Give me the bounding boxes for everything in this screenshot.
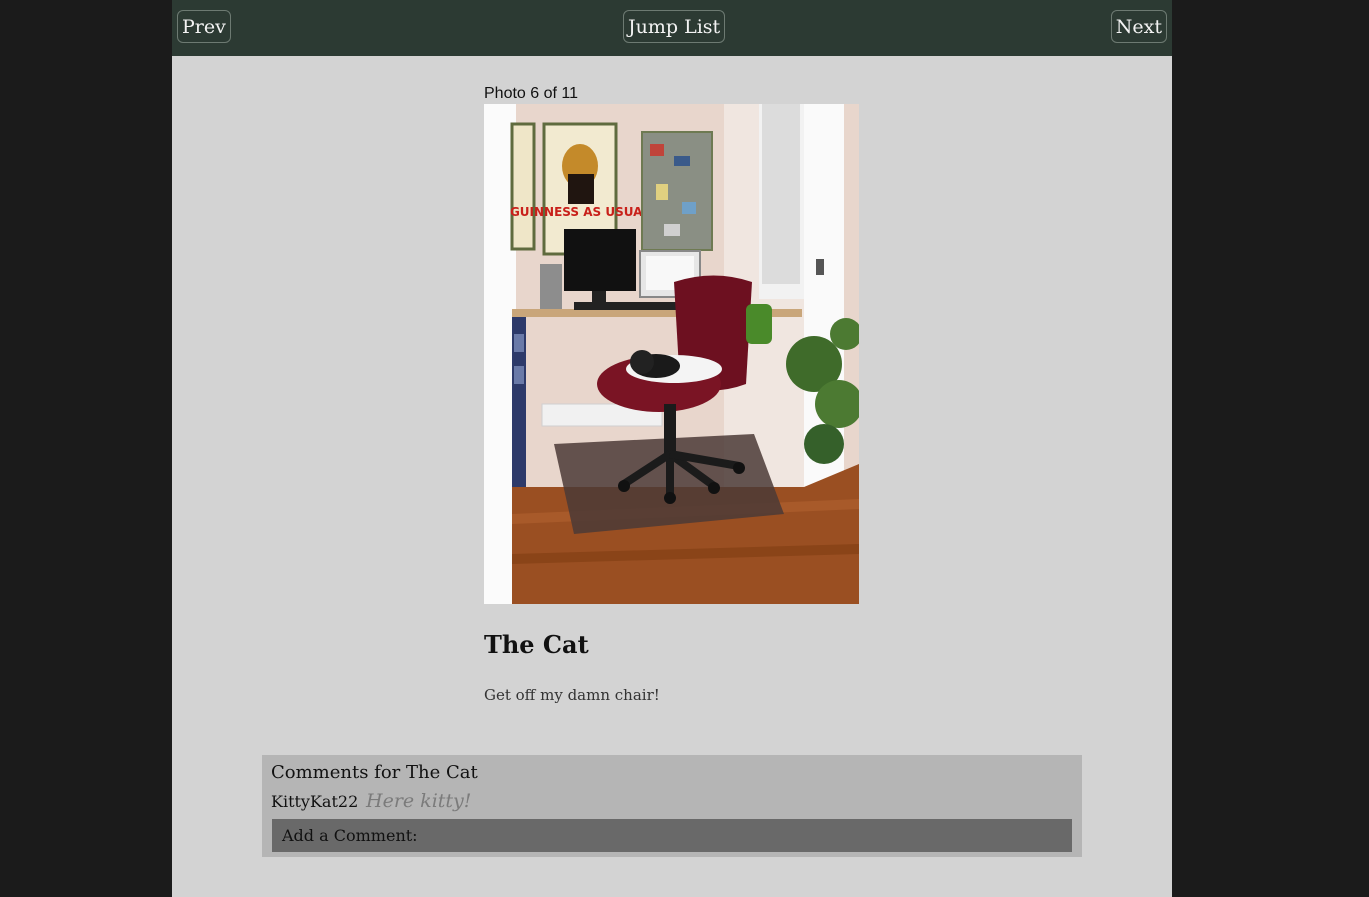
poster-text: GUINNESS AS USUAL xyxy=(510,205,650,219)
comment-text: Here kitty! xyxy=(366,790,472,812)
comments-section: Comments for The Cat KittyKat22 Here kit… xyxy=(262,755,1082,857)
top-nav-bar: Prev Jump List Next xyxy=(172,0,1172,56)
comments-heading: Comments for The Cat xyxy=(271,762,478,783)
photo-title: The Cat xyxy=(484,630,589,659)
add-comment-button[interactable]: Add a Comment: xyxy=(272,819,1072,852)
page: Prev Jump List Next Photo 6 of 11 GUINNE… xyxy=(172,0,1172,897)
comment-author: KittyKat22 xyxy=(271,792,359,811)
photo-image: GUINNESS AS USUAL xyxy=(484,104,859,604)
photo-caption: Get off my damn chair! xyxy=(484,686,660,704)
jump-list-button[interactable]: Jump List xyxy=(623,10,726,43)
next-button[interactable]: Next xyxy=(1110,10,1167,43)
prev-button[interactable]: Prev xyxy=(177,10,231,43)
photo-counter: Photo 6 of 11 xyxy=(484,85,578,102)
